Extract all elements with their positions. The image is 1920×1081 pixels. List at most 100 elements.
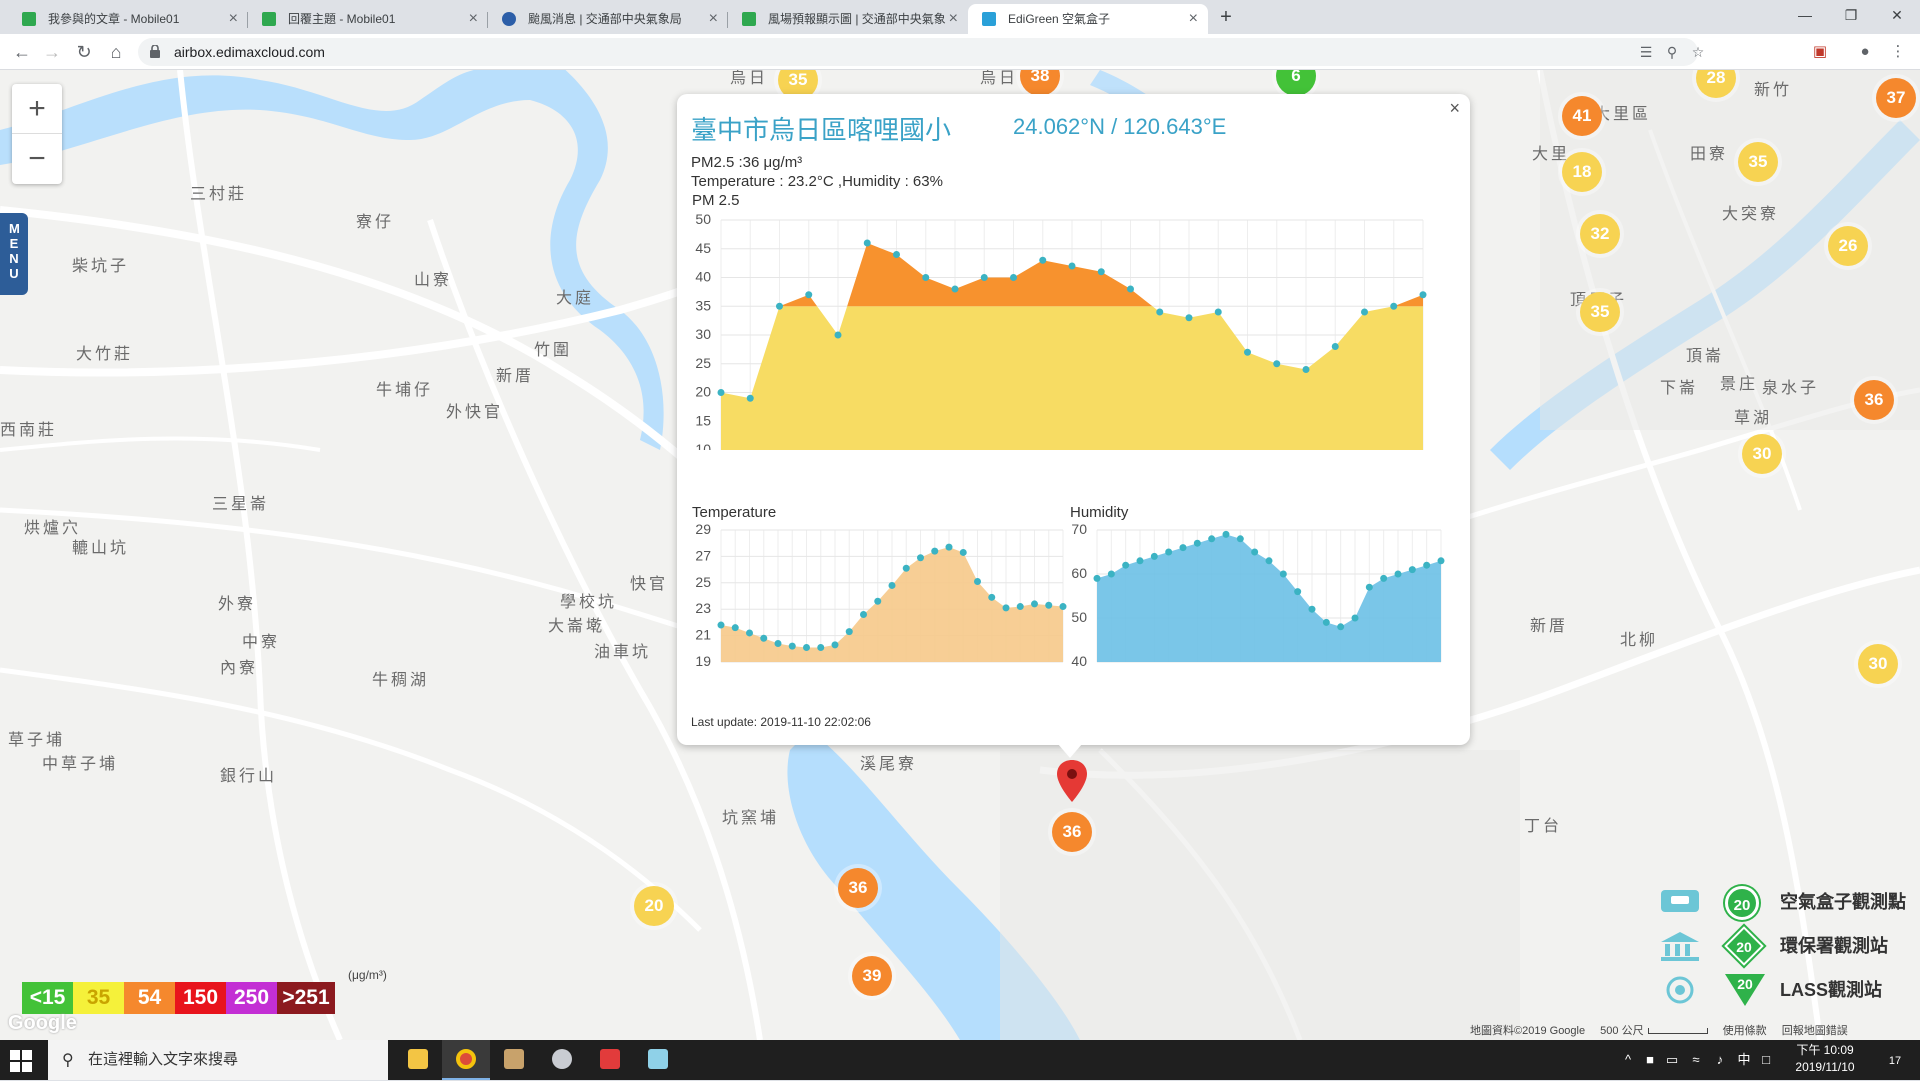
place-label: 大突寮 bbox=[1722, 206, 1780, 223]
place-label: 中寮 bbox=[242, 634, 281, 651]
tray-keyboard-icon[interactable]: □ bbox=[1756, 1040, 1776, 1080]
tab-close-icon[interactable]: × bbox=[709, 4, 718, 34]
windows-start-icon[interactable] bbox=[10, 1050, 32, 1072]
tab-edigreen[interactable]: EdiGreen 空氣盒子 × bbox=[968, 4, 1208, 34]
tab-cwb-typhoon[interactable]: 颱風消息 | 交通部中央氣象局 × bbox=[488, 4, 728, 34]
station-marker[interactable]: 36 bbox=[1052, 812, 1092, 852]
tab-mobile01-reply[interactable]: 回覆主題 - Mobile01 × bbox=[248, 4, 488, 34]
new-tab-button[interactable]: + bbox=[1213, 4, 1239, 30]
data-point bbox=[805, 291, 813, 299]
tab-close-icon[interactable]: × bbox=[469, 4, 478, 34]
tab-cwb-wind[interactable]: 風場預報顯示圖 | 交通部中央氣象 × bbox=[728, 4, 968, 34]
tab-close-icon[interactable]: × bbox=[229, 4, 238, 34]
folder-icon bbox=[408, 1049, 428, 1069]
place-label: 油車坑 bbox=[594, 644, 652, 661]
station-marker[interactable]: 36 bbox=[1854, 380, 1894, 420]
tray-wifi-icon[interactable]: ≈ bbox=[1686, 1040, 1706, 1080]
selected-location-pin-icon[interactable] bbox=[1057, 760, 1087, 802]
legend-label: LASS觀測站 bbox=[1780, 980, 1883, 1000]
station-marker[interactable]: 20 bbox=[634, 886, 674, 926]
station-marker[interactable]: 30 bbox=[1858, 644, 1898, 684]
url-text[interactable]: airbox.edimaxcloud.com bbox=[174, 38, 325, 66]
zoom-out-button[interactable]: − bbox=[12, 134, 62, 184]
station-marker[interactable]: 26 bbox=[1828, 226, 1868, 266]
data-point bbox=[1222, 530, 1230, 538]
menu-tab-button[interactable]: MENU bbox=[0, 213, 28, 295]
data-point bbox=[1423, 561, 1431, 569]
taskbar-chrome[interactable] bbox=[442, 1040, 490, 1080]
station-marker[interactable]: 18 bbox=[1562, 152, 1602, 192]
data-point bbox=[1302, 366, 1310, 373]
notification-center-icon[interactable]: 17 bbox=[1880, 1040, 1910, 1080]
report-error-link[interactable]: 回報地圖錯誤 bbox=[1782, 1025, 1848, 1037]
tray-battery-icon[interactable]: ▭ bbox=[1662, 1040, 1682, 1080]
data-point bbox=[1016, 603, 1024, 611]
place-label: 學校坑 bbox=[560, 594, 618, 611]
data-point bbox=[845, 628, 853, 636]
tray-security-icon[interactable]: ■ bbox=[1640, 1040, 1660, 1080]
place-label: 坑窯埔 bbox=[722, 810, 780, 827]
data-point bbox=[1097, 268, 1105, 276]
taskbar-clock[interactable]: 下午 10:09 2019/11/10 bbox=[1780, 1042, 1870, 1076]
taskbar-app-4[interactable] bbox=[538, 1040, 586, 1080]
taskbar-search-box[interactable]: ⚲ 在這裡輸入文字來搜尋 bbox=[48, 1040, 388, 1080]
back-arrow-icon[interactable]: ← bbox=[8, 38, 36, 66]
popup-close-icon[interactable]: × bbox=[1449, 98, 1460, 119]
forward-arrow-icon[interactable]: → bbox=[38, 38, 66, 66]
data-point bbox=[893, 251, 900, 258]
station-marker[interactable]: 30 bbox=[1742, 434, 1782, 474]
data-point bbox=[1251, 548, 1259, 556]
tray-expand-icon[interactable]: ^ bbox=[1618, 1040, 1638, 1080]
zoom-in-button[interactable]: + bbox=[12, 84, 62, 134]
zoom-icon[interactable]: ⚲ bbox=[1664, 44, 1680, 60]
y-tick-label: 40 bbox=[695, 269, 711, 285]
data-point bbox=[1236, 535, 1244, 543]
tray-volume-icon[interactable]: ♪ bbox=[1710, 1040, 1730, 1080]
chrome-menu-icon[interactable]: ⋮ bbox=[1888, 42, 1908, 62]
reload-icon[interactable]: ↻ bbox=[70, 38, 98, 66]
station-marker[interactable]: 37 bbox=[1876, 78, 1916, 118]
data-point bbox=[874, 597, 882, 605]
bookmark-star-icon[interactable]: ☆ bbox=[1690, 44, 1706, 60]
restore-icon[interactable]: ❐ bbox=[1828, 0, 1874, 30]
station-marker[interactable]: 35 bbox=[1580, 292, 1620, 332]
place-label: 中草子埔 bbox=[42, 756, 119, 773]
profile-avatar-icon[interactable]: ● bbox=[1855, 42, 1875, 62]
taskbar-app-5[interactable] bbox=[586, 1040, 634, 1080]
tray-ime-indicator[interactable]: 中 bbox=[1734, 1040, 1754, 1080]
station-marker[interactable]: 32 bbox=[1580, 214, 1620, 254]
tab-close-icon[interactable]: × bbox=[949, 4, 958, 34]
taskbar-file-explorer[interactable] bbox=[394, 1040, 442, 1080]
mobile01-favicon-icon bbox=[262, 12, 276, 26]
address-bar[interactable]: airbox.edimaxcloud.com ☰ ⚲ ☆ bbox=[138, 38, 1704, 66]
legend-lass: 20 LASS觀測站 bbox=[1655, 970, 1920, 1010]
station-marker[interactable]: 41 bbox=[1562, 96, 1602, 136]
pm25-chart-title: PM 2.5 bbox=[692, 192, 740, 209]
station-marker[interactable]: 39 bbox=[852, 956, 892, 996]
window-close-icon[interactable]: ✕ bbox=[1874, 0, 1920, 30]
tab-mobile01-articles[interactable]: 我參與的文章 - Mobile01 × bbox=[8, 4, 248, 34]
minimize-icon[interactable]: — bbox=[1782, 0, 1828, 30]
taskbar-app-6[interactable] bbox=[634, 1040, 682, 1080]
data-point bbox=[1150, 552, 1158, 560]
station-marker[interactable]: 36 bbox=[838, 868, 878, 908]
translate-icon[interactable]: ☰ bbox=[1638, 44, 1654, 60]
legend-label: 環保署觀測站 bbox=[1780, 936, 1888, 956]
app-icon bbox=[648, 1049, 668, 1069]
y-tick-label: 35 bbox=[695, 297, 711, 313]
place-label: 大崙墘 bbox=[548, 618, 606, 635]
humidity-chart-title: Humidity bbox=[1070, 504, 1129, 521]
data-point bbox=[1193, 539, 1201, 547]
data-point bbox=[1185, 314, 1193, 322]
taskbar-app-3[interactable] bbox=[490, 1040, 538, 1080]
tab-close-icon[interactable]: × bbox=[1189, 4, 1198, 34]
pm25-legend-cell: 35 bbox=[73, 982, 124, 1014]
data-point bbox=[1122, 561, 1130, 569]
popup-pointer bbox=[1058, 744, 1082, 758]
terms-link[interactable]: 使用條款 bbox=[1723, 1025, 1767, 1037]
data-point bbox=[1093, 574, 1101, 582]
home-icon[interactable]: ⌂ bbox=[102, 38, 130, 66]
extension-icon[interactable]: ▣ bbox=[1810, 42, 1830, 62]
station-marker[interactable]: 35 bbox=[1738, 142, 1778, 182]
data-point bbox=[988, 593, 996, 601]
